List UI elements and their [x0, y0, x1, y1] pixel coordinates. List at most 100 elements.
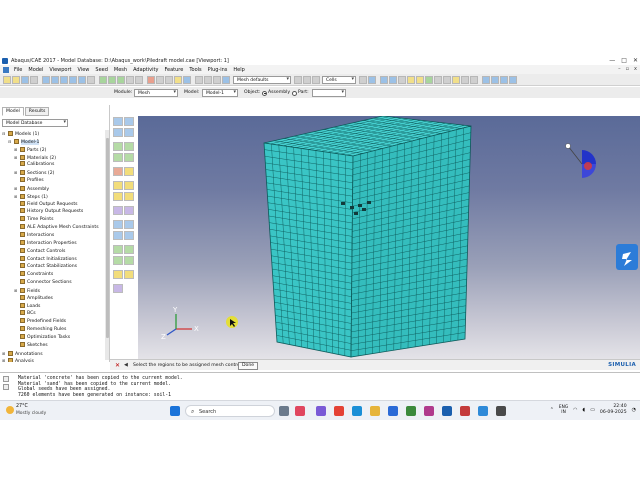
- viewport-canvas[interactable]: X Y Z: [138, 116, 640, 359]
- display-group-icon[interactable]: [174, 76, 182, 84]
- tree-node[interactable]: ⊞ Parts (2): [2, 146, 106, 154]
- tree-node[interactable]: ⊞ Fields: [2, 287, 106, 295]
- seed-part-instance-icon[interactable]: [113, 117, 123, 126]
- tree-node[interactable]: ALE Adaptive Mesh Constraints: [2, 224, 106, 232]
- menu-adaptivity[interactable]: Adaptivity: [130, 67, 161, 73]
- verify-mesh-icon[interactable]: [124, 167, 134, 176]
- assign-element-type-icon[interactable]: [124, 142, 134, 151]
- menu-model[interactable]: Model: [25, 67, 46, 73]
- new-icon[interactable]: [3, 76, 11, 84]
- file-explorer-icon[interactable]: [370, 406, 380, 416]
- viewport[interactable]: X Y Z: [138, 116, 640, 359]
- pdf-icon[interactable]: [460, 406, 470, 416]
- datum-plane-icon[interactable]: [113, 231, 123, 240]
- save-icon[interactable]: [21, 76, 29, 84]
- views-side-icon[interactable]: [213, 76, 221, 84]
- kernel-command-line-icon[interactable]: [3, 384, 9, 390]
- open-icon[interactable]: [12, 76, 20, 84]
- tree-node[interactable]: ⊞ Assembly: [2, 185, 106, 193]
- reverse-display-icon[interactable]: [425, 76, 433, 84]
- partition-cell-icon[interactable]: [113, 181, 123, 190]
- virtual-topology-icon[interactable]: [124, 192, 134, 201]
- mesh-color-icon[interactable]: [452, 76, 460, 84]
- notifications-icon[interactable]: ◔: [632, 407, 636, 413]
- transform-icon[interactable]: [113, 270, 123, 279]
- replace-display-icon[interactable]: [434, 76, 442, 84]
- done-button[interactable]: Done: [238, 361, 259, 370]
- abaqus-taskbar-icon[interactable]: [442, 406, 452, 416]
- viewport-restore-button[interactable]: ▫: [626, 66, 629, 72]
- part-radio[interactable]: [292, 90, 297, 96]
- onenote-icon[interactable]: [424, 406, 434, 416]
- select-by-angle-icon[interactable]: [368, 76, 376, 84]
- selection-filter-combo[interactable]: Cells: [322, 76, 356, 84]
- edit-mesh-icon[interactable]: [113, 206, 123, 215]
- clock[interactable]: 22:40 06-09-2025: [600, 404, 627, 415]
- display-group-manager-icon[interactable]: [443, 76, 451, 84]
- store-icon[interactable]: [496, 406, 506, 416]
- tree-expander-icon[interactable]: ⊞: [14, 193, 19, 201]
- query-mesh-icon[interactable]: [113, 245, 123, 254]
- delete-instance-seeds-icon[interactable]: [113, 128, 123, 137]
- mesh-defaults-combo[interactable]: Mesh defaults: [233, 76, 291, 84]
- menu-viewport[interactable]: Viewport: [46, 67, 74, 73]
- tree-node[interactable]: Profiles: [2, 177, 106, 185]
- view-compass-icon[interactable]: [565, 143, 597, 179]
- pan-view-icon[interactable]: [482, 76, 490, 84]
- tree-node[interactable]: Remeshing Rules: [2, 326, 106, 334]
- show-all-icon[interactable]: [398, 76, 406, 84]
- menu-tools[interactable]: Tools: [186, 67, 204, 73]
- feature-edges-icon[interactable]: [470, 76, 478, 84]
- view-manipulation-icon[interactable]: [124, 256, 134, 265]
- tree-node[interactable]: ⊟ Models (1): [2, 130, 106, 138]
- meshed-soil-cube[interactable]: [263, 116, 472, 358]
- render-wireframe-icon[interactable]: [99, 76, 107, 84]
- datum-point-icon[interactable]: [113, 220, 123, 229]
- tray-chevron-icon[interactable]: ⌃: [550, 407, 554, 413]
- copilot-icon[interactable]: [295, 406, 305, 416]
- tree-scrollbar[interactable]: [105, 130, 109, 360]
- tree-node[interactable]: Contact Initializations: [2, 255, 106, 264]
- excel-icon[interactable]: [406, 406, 416, 416]
- tree-node[interactable]: ⊞ Materials (2): [2, 154, 106, 162]
- cube-left-face[interactable]: [263, 142, 354, 358]
- viewport-minimize-button[interactable]: –: [618, 66, 621, 72]
- perspective-icon[interactable]: [126, 76, 134, 84]
- tree-node[interactable]: Interaction Properties: [2, 239, 106, 248]
- word-icon[interactable]: [388, 406, 398, 416]
- adaptivity-icon[interactable]: [113, 284, 123, 293]
- tree-expander-icon[interactable]: ⊞: [2, 350, 7, 358]
- offset-mesh-icon[interactable]: [124, 270, 134, 279]
- view-cut-manager-icon[interactable]: [389, 76, 397, 84]
- views-iso-icon[interactable]: [204, 76, 212, 84]
- delete-instance-mesh-icon[interactable]: [113, 167, 123, 176]
- color-palette-icon[interactable]: [294, 76, 302, 84]
- tree-node[interactable]: Field Output Requests: [2, 200, 106, 209]
- partition-face-icon[interactable]: [124, 181, 134, 190]
- magnify-icon[interactable]: [60, 76, 68, 84]
- maximize-button[interactable]: □: [621, 57, 627, 64]
- tree-node[interactable]: Optimization Tasks: [2, 333, 106, 342]
- tab-results[interactable]: Results: [24, 107, 50, 116]
- tab-model[interactable]: Model: [2, 107, 24, 116]
- tree-node[interactable]: Contact Controls: [2, 247, 106, 256]
- menu-mesh[interactable]: Mesh: [111, 67, 130, 73]
- taskbar-search[interactable]: ⌕ Search: [185, 405, 275, 417]
- tree-expander-icon[interactable]: ⊟: [2, 130, 7, 138]
- rotate-view-icon[interactable]: [491, 76, 499, 84]
- show-selected-icon[interactable]: [407, 76, 415, 84]
- viewport-close-button[interactable]: x: [634, 66, 637, 72]
- remove-selected-icon[interactable]: [156, 76, 164, 84]
- tree-expander-icon[interactable]: ⊞: [2, 357, 7, 362]
- tree-node[interactable]: ⊞ Annotations: [2, 350, 106, 358]
- menu-file[interactable]: File: [11, 67, 25, 73]
- views-top-icon[interactable]: [222, 76, 230, 84]
- print-icon[interactable]: [30, 76, 38, 84]
- tree-node[interactable]: Calibrations: [2, 161, 106, 169]
- tree-node[interactable]: Constraints: [2, 271, 106, 279]
- create-mesh-part-icon[interactable]: [124, 206, 134, 215]
- cycle-views-icon[interactable]: [87, 76, 95, 84]
- partition-edge-icon[interactable]: [113, 192, 123, 201]
- annotation-text-icon[interactable]: [303, 76, 311, 84]
- tree-expander-icon[interactable]: ⊟: [8, 138, 13, 146]
